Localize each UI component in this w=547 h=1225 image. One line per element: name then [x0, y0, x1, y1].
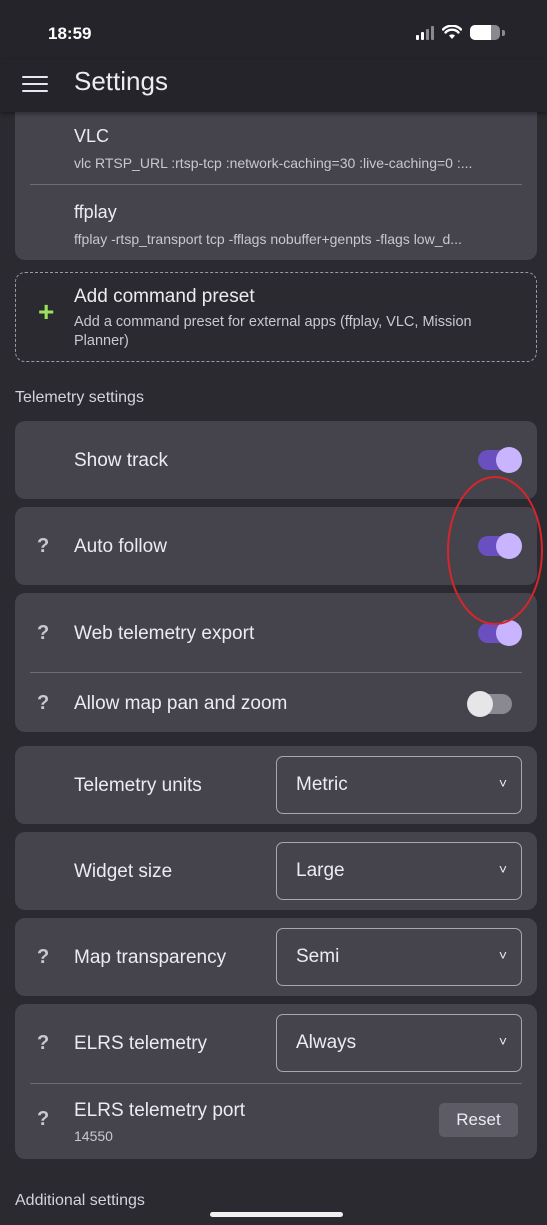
preset-title: ffplay	[74, 202, 117, 222]
map-transparency-label: Map transparency	[74, 947, 227, 968]
select-value: Semi	[296, 946, 340, 967]
widget-size-label: Widget size	[74, 861, 173, 882]
elrs-telemetry-card: ? ELRS telemetry Always ˅ ? ELRS telemet…	[15, 1004, 537, 1159]
home-indicator[interactable]	[210, 1212, 343, 1217]
add-preset-title: Add command preset	[74, 286, 255, 307]
battery-icon	[470, 25, 500, 40]
help-icon[interactable]: ?	[37, 535, 49, 558]
help-icon[interactable]: ?	[37, 946, 49, 969]
elrs-telemetry-select[interactable]: Always ˅	[276, 1014, 522, 1072]
select-value: Metric	[296, 774, 348, 795]
section-additional-settings: Additional settings	[15, 1192, 145, 1209]
web-telemetry-export-label: Web telemetry export	[74, 623, 255, 644]
elrs-telemetry-label: ELRS telemetry	[74, 1033, 208, 1054]
preset-command: ffplay -rtsp_transport tcp -fflags nobuf…	[74, 231, 462, 247]
cellular-signal-icon	[416, 25, 434, 40]
elrs-port-value[interactable]: 14550	[74, 1128, 113, 1144]
page-title: Settings	[74, 66, 168, 96]
auto-follow-label: Auto follow	[74, 536, 167, 557]
show-track-row: Show track	[15, 421, 537, 499]
section-telemetry-settings: Telemetry settings	[15, 389, 144, 406]
chevron-down-icon: ˅	[498, 947, 507, 963]
highlight-annotation	[447, 476, 543, 625]
widget-size-select[interactable]: Large ˅	[276, 842, 522, 900]
divider	[30, 672, 522, 673]
add-preset-subtitle: Add a command preset for external apps (…	[74, 314, 472, 349]
map-transparency-select[interactable]: Semi ˅	[276, 928, 522, 986]
help-icon[interactable]: ?	[37, 692, 49, 715]
help-icon[interactable]: ?	[37, 622, 49, 645]
reset-button[interactable]: Reset	[439, 1103, 518, 1137]
plus-icon: +	[38, 296, 55, 327]
preset-item-ffplay[interactable]: ffplay ffplay -rtsp_transport tcp -fflag…	[15, 186, 537, 260]
help-icon[interactable]: ?	[37, 1108, 49, 1131]
menu-icon[interactable]	[22, 71, 48, 97]
web-telemetry-card: ? Web telemetry export ? Allow map pan a…	[15, 593, 537, 732]
chevron-down-icon: ˅	[498, 861, 507, 877]
command-presets-card: VLC vlc RTSP_URL :rtsp-tcp :network-cach…	[15, 100, 537, 260]
add-command-preset-button[interactable]: + Add command preset Add a command prese…	[15, 272, 537, 362]
chevron-down-icon: ˅	[498, 1033, 507, 1049]
show-track-label: Show track	[74, 450, 168, 471]
chevron-down-icon: ˅	[498, 775, 507, 791]
status-icons	[416, 25, 505, 40]
map-pan-zoom-label: Allow map pan and zoom	[74, 693, 288, 714]
divider	[30, 184, 522, 185]
preset-command: vlc RTSP_URL :rtsp-tcp :network-caching=…	[74, 155, 473, 171]
elrs-port-label: ELRS telemetry port	[74, 1100, 246, 1121]
select-value: Large	[296, 860, 345, 881]
map-transparency-row: ? Map transparency Semi ˅	[15, 918, 537, 996]
battery-tip	[502, 29, 505, 36]
widget-size-row: Widget size Large ˅	[15, 832, 537, 910]
status-bar: 18:59	[0, 0, 547, 60]
divider	[30, 1083, 522, 1084]
telemetry-units-row: Telemetry units Metric ˅	[15, 746, 537, 824]
select-value: Always	[296, 1032, 357, 1053]
preset-title: VLC	[74, 126, 110, 146]
web-telemetry-export-toggle[interactable]	[478, 620, 522, 646]
help-icon[interactable]: ?	[37, 1032, 49, 1055]
telemetry-units-select[interactable]: Metric ˅	[276, 756, 522, 814]
telemetry-units-label: Telemetry units	[74, 775, 202, 796]
settings-content: VLC vlc RTSP_URL :rtsp-tcp :network-cach…	[0, 100, 547, 1225]
show-track-toggle[interactable]	[478, 447, 522, 473]
wifi-icon	[442, 25, 462, 39]
app-bar: Settings	[0, 60, 547, 112]
map-pan-zoom-toggle[interactable]	[467, 691, 512, 717]
status-time: 18:59	[48, 24, 92, 43]
